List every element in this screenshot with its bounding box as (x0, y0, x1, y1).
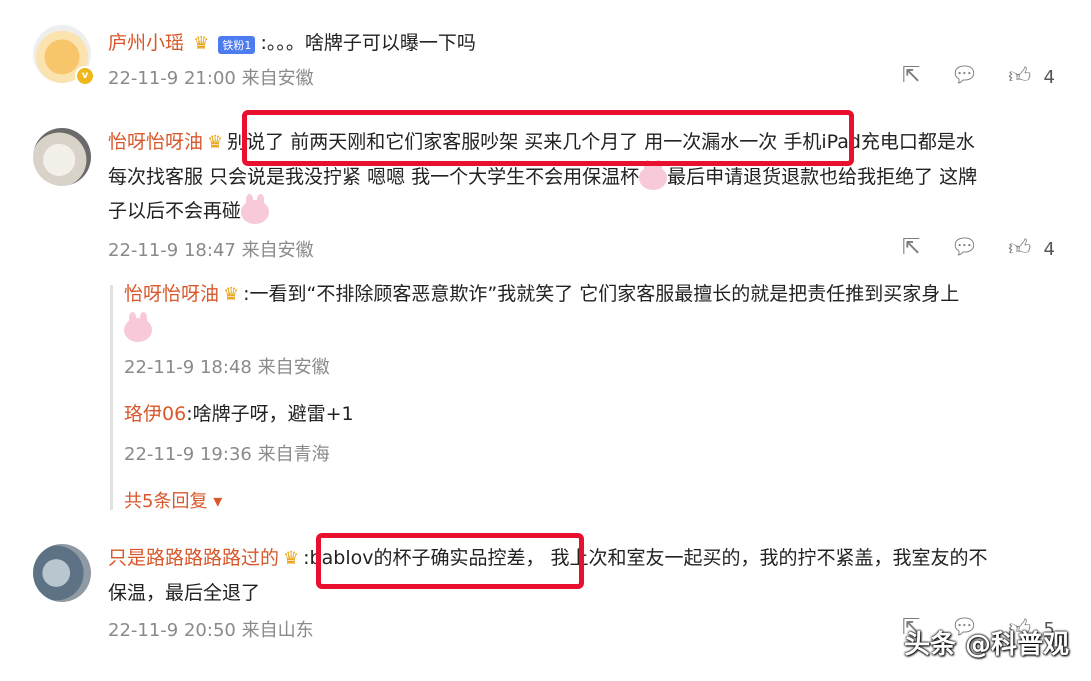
reply-item: 怡呀怡呀油 ♛:一看到“不排除顾客恶意欺诈”我就笑了 它们家客服最擅长的就是把责任… (124, 277, 1054, 346)
crown-icon: ♛ (207, 132, 224, 153)
reply-divider (110, 285, 113, 510)
reply-meta: 22-11-9 19:36 来自青海 (124, 444, 330, 465)
username[interactable]: 珞伊06 (124, 403, 186, 425)
highlight-box (242, 110, 854, 166)
more-replies-link[interactable]: 共5条回复 ▾ (124, 487, 222, 513)
bunny-emoji-icon (124, 311, 152, 342)
bunny-emoji-icon (241, 193, 270, 224)
share-icon[interactable]: ⇱ (902, 235, 920, 260)
comment-body: 只是路路路路路过的 ♛:bablov的杯子确实品控差， 我上次和室友一起买的，我的… (108, 541, 1068, 610)
comment-text-line: 子以后不会再碰 (108, 200, 242, 222)
comment-text-line: 每次找客服 只会说是我没拧紧 嗯嗯 我一个大学生不会用保温杯 (108, 166, 640, 188)
like-button[interactable]: 👍︎ 4 (1008, 62, 1055, 89)
like-button[interactable]: 👍︎ 4 (1008, 234, 1055, 261)
avatar[interactable] (33, 544, 91, 602)
username[interactable]: 怡呀怡呀油 (124, 283, 219, 305)
highlight-box (316, 533, 584, 589)
chevron-down-icon: ▾ (213, 491, 223, 512)
username[interactable]: 庐州小瑶 (108, 32, 184, 54)
username[interactable]: 只是路路路路路过的 (108, 547, 279, 569)
bunny-emoji-icon (639, 159, 668, 190)
comment-icon[interactable]: 💬︎ (950, 63, 978, 88)
like-count: 4 (1043, 67, 1055, 88)
fan-badge: 铁粉1 (218, 35, 256, 54)
crown-icon: ♛ (223, 284, 240, 305)
like-icon: 👍︎ (1008, 64, 1032, 89)
comment-meta: 22-11-9 18:47 来自安徽 (108, 240, 314, 261)
crown-icon: ♛ (283, 548, 300, 569)
reply-meta: 22-11-9 18:48 来自安徽 (124, 357, 330, 378)
avatar[interactable] (33, 128, 91, 186)
more-replies-label: 共5条回复 (124, 491, 208, 512)
comment-header: 庐州小瑶 ♛ 铁粉1 :。。。啥牌子可以曝一下吗 (108, 26, 476, 60)
reply-text: :一看到“不排除顾客恶意欺诈”我就笑了 它们家客服最擅长的就是把责任推到买家身上 (243, 283, 960, 305)
comment-actions: ⇱ 💬︎ 👍︎ 4 (902, 62, 1055, 89)
share-icon[interactable]: ⇱ (902, 63, 920, 88)
comment-text-line: 保温，最后全退了 (108, 582, 261, 604)
comment-meta: 22-11-9 20:50 来自山东 (108, 620, 314, 641)
username[interactable]: 怡呀怡呀油 (108, 131, 203, 153)
reply-item: 珞伊06:啥牌子呀，避雷+1 (124, 397, 354, 431)
comment-icon[interactable]: 💬︎ (950, 235, 978, 260)
reply-text: :啥牌子呀，避雷+1 (186, 403, 354, 425)
comment-text: :。。。啥牌子可以曝一下吗 (260, 32, 476, 54)
like-count: 4 (1043, 239, 1055, 260)
watermark: 头条 @科普观 (903, 630, 1069, 660)
comment-item: v 庐州小瑶 ♛ 铁粉1 :。。。啥牌子可以曝一下吗 22-11-9 21:00… (0, 0, 1091, 110)
comment-text-line: 最后申请退货退款也给我拒绝了 这牌 (667, 166, 978, 188)
comment-text-line: 我上次和室友一起买的，我的拧不紧盖，我室友的不 (550, 547, 988, 569)
comment-meta: 22-11-9 21:00 来自安徽 (108, 68, 314, 89)
comment-actions: ⇱ 💬︎ 👍︎ 4 (902, 234, 1055, 261)
verified-badge-icon: v (75, 66, 95, 86)
like-icon: 👍︎ (1008, 236, 1032, 261)
crown-icon: ♛ (193, 33, 210, 54)
